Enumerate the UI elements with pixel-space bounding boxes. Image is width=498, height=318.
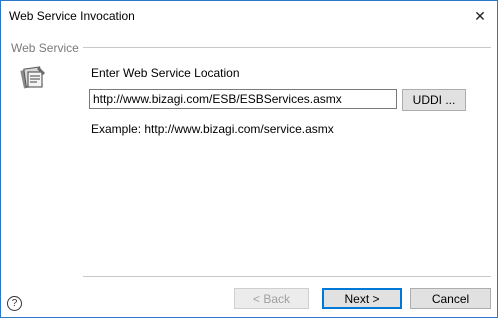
example-text: Example: http://www.bizagi.com/service.a… bbox=[91, 122, 334, 136]
url-prompt-label: Enter Web Service Location bbox=[91, 66, 240, 80]
title-bar: Web Service Invocation ✕ bbox=[1, 1, 497, 31]
section-divider bbox=[83, 47, 491, 48]
section-label: Web Service bbox=[11, 41, 79, 55]
web-service-url-input[interactable] bbox=[89, 89, 397, 109]
dialog-window: Web Service Invocation ✕ Web Service Ent… bbox=[0, 0, 498, 318]
next-button[interactable]: Next > bbox=[322, 288, 402, 309]
cancel-button[interactable]: Cancel bbox=[410, 288, 491, 309]
window-title: Web Service Invocation bbox=[9, 9, 135, 23]
close-icon[interactable]: ✕ bbox=[463, 1, 497, 31]
uddi-button[interactable]: UDDI ... bbox=[402, 89, 466, 111]
web-service-icon bbox=[19, 63, 49, 93]
footer-divider bbox=[83, 276, 491, 277]
back-button[interactable]: < Back bbox=[234, 288, 309, 309]
help-icon[interactable]: ? bbox=[7, 296, 22, 311]
